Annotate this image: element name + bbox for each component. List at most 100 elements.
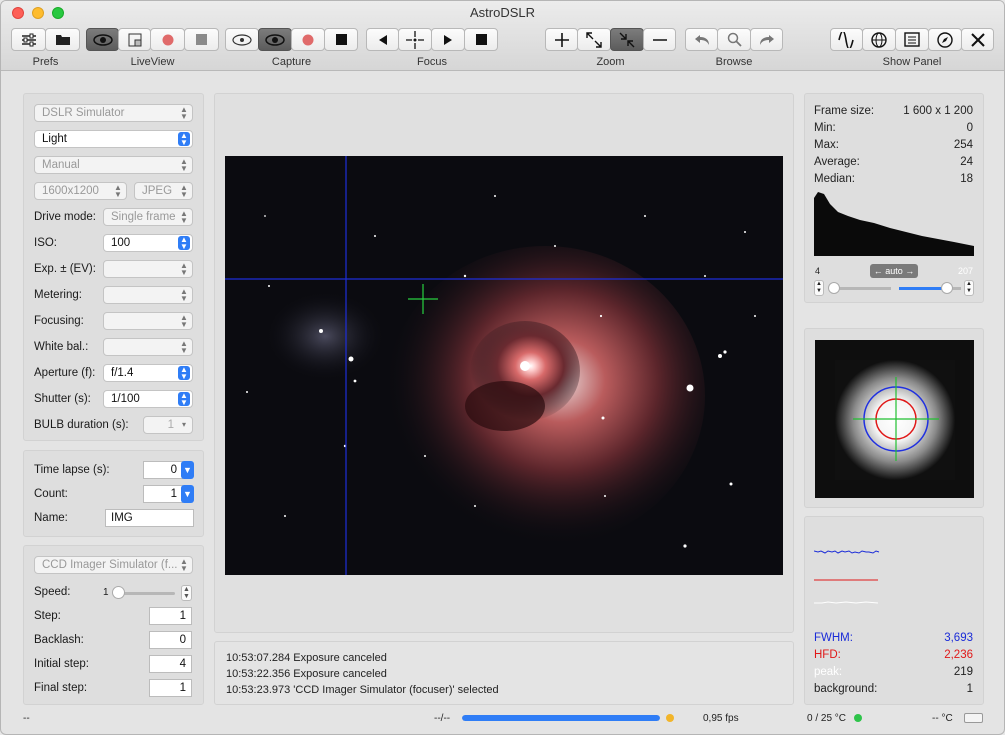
panel-signal-button[interactable]: [830, 28, 863, 51]
focusing-select[interactable]: ▲ ▼: [103, 312, 193, 330]
drive-mode-select[interactable]: Single frame ▲ ▼: [103, 208, 193, 226]
count-input[interactable]: 1: [143, 485, 183, 503]
frame-type-select[interactable]: Light ▲ ▼: [34, 130, 193, 148]
focus-center-button[interactable]: [398, 28, 432, 51]
exposure-mode-select[interactable]: Manual ▲ ▼: [34, 156, 193, 174]
name-input[interactable]: IMG: [105, 509, 194, 527]
eye-icon: [265, 33, 285, 46]
minus-icon: [652, 38, 667, 41]
focus-metrics-panel: FWHM: 3,693 HFD: 2,236 peak: 219 backgro…: [804, 516, 984, 705]
step-input[interactable]: 1: [149, 607, 192, 625]
browse-search-button[interactable]: [717, 28, 751, 51]
log-line: 10:53:07.284 Exposure canceled: [226, 652, 387, 664]
tools-icon: [970, 32, 985, 47]
zoom-fit-button[interactable]: [577, 28, 611, 51]
status-temp2: -- °C: [932, 713, 953, 724]
focus-stop-button[interactable]: [464, 28, 498, 51]
browse-back-button[interactable]: [685, 28, 718, 51]
auto-stretch-button[interactable]: ← auto →: [870, 264, 918, 278]
exposure-mode-value: Manual: [42, 159, 80, 171]
aperture-label: Aperture (f):: [34, 367, 96, 379]
median-value: 18: [960, 173, 973, 185]
exp-ev-select[interactable]: ▲ ▼: [103, 260, 193, 278]
format-select[interactable]: JPEG ▲ ▼: [134, 182, 193, 200]
liveview-window-button[interactable]: [118, 28, 151, 51]
panel-globe-button[interactable]: [862, 28, 896, 51]
zoom-out-button[interactable]: [643, 28, 676, 51]
camera-device-value: DSLR Simulator: [42, 107, 125, 119]
updown-icon: ▲ ▼: [178, 366, 190, 381]
white-balance-select[interactable]: ▲ ▼: [103, 338, 193, 356]
aperture-value: f/1.4: [111, 367, 134, 379]
updown-icon: ▲ ▼: [114, 183, 122, 199]
high-slider-knob[interactable]: [941, 282, 953, 294]
speed-stepper[interactable]: ▲ ▼: [181, 585, 192, 601]
browse-forward-button[interactable]: [750, 28, 783, 51]
zoom-actual-button[interactable]: [610, 28, 644, 51]
plus-icon: [554, 32, 569, 47]
format-value: JPEG: [142, 185, 173, 197]
hfd-value: 2,236: [944, 649, 973, 661]
camera-device-select[interactable]: DSLR Simulator ▲ ▼: [34, 104, 193, 122]
low-slider-knob[interactable]: [828, 282, 840, 294]
capture-preview-button[interactable]: [225, 28, 259, 51]
updown-icon: ▲ ▼: [180, 261, 188, 277]
updown-icon: ▲ ▼: [180, 339, 188, 355]
focusing-label: Focusing:: [34, 315, 84, 327]
time-lapse-dropdown-icon[interactable]: ▼: [181, 461, 194, 479]
iso-select[interactable]: 100 ▲ ▼: [103, 234, 193, 252]
high-stepper[interactable]: ▲ ▼: [964, 280, 974, 296]
browse-group-label: Browse: [715, 56, 753, 68]
exp-ev-label: Exp. ± (EV):: [34, 263, 96, 275]
updown-icon: ▲ ▼: [178, 236, 190, 251]
frame-type-value: Light: [42, 133, 67, 145]
timelapse-panel: Time lapse (s): 0 ▼ Count: 1 ▼ Name: IMG: [23, 450, 204, 537]
speed-slider-knob[interactable]: [112, 586, 125, 599]
resolution-select[interactable]: 1600x1200 ▲ ▼: [34, 182, 127, 200]
aperture-select[interactable]: f/1.4 ▲ ▼: [103, 364, 193, 382]
updown-icon: ▲ ▼: [180, 557, 188, 573]
low-stepper[interactable]: ▲ ▼: [814, 280, 824, 296]
focus-in-button[interactable]: [366, 28, 399, 51]
capture-stop-button[interactable]: [324, 28, 358, 51]
focus-out-button[interactable]: [431, 28, 465, 51]
status-time: --/--: [434, 713, 451, 724]
triangle-left-icon: [378, 34, 387, 45]
status-bar: -- --/-- 0,95 fps 0 / 25 °C -- °C: [1, 710, 1004, 734]
cooler-status-indicator: [854, 714, 862, 722]
capture-record-button[interactable]: [291, 28, 325, 51]
fwhm-value: 3,693: [944, 632, 973, 644]
time-lapse-input[interactable]: 0: [143, 461, 183, 479]
stop-icon: [196, 34, 207, 45]
hist-high-value: 207: [957, 266, 973, 276]
updown-icon: ▲ ▼: [180, 313, 188, 329]
final-step-input[interactable]: 1: [149, 679, 192, 697]
liveview-record-button[interactable]: [150, 28, 185, 51]
sky-image[interactable]: [225, 156, 783, 575]
initial-step-label: Initial step:: [34, 658, 89, 670]
shutter-value: 1/100: [111, 393, 140, 405]
capture-eye-button[interactable]: [258, 28, 292, 51]
bulb-duration-combo[interactable]: 1 ▾: [143, 416, 193, 434]
liveview-eye-button[interactable]: [86, 28, 119, 51]
compass-icon: [937, 31, 953, 48]
zoom-in-button[interactable]: [545, 28, 578, 51]
liveview-stop-button[interactable]: [184, 28, 219, 51]
panel-tools-button[interactable]: [961, 28, 994, 51]
prefs-sliders-button[interactable]: [11, 28, 46, 51]
focuser-device-select[interactable]: CCD Imager Simulator (f... ▲ ▼: [34, 556, 193, 574]
panel-list-button[interactable]: [895, 28, 929, 51]
status-fps: 0,95 fps: [703, 713, 739, 724]
focus-graph: [814, 550, 880, 604]
white-balance-label: White bal.:: [34, 341, 89, 353]
backlash-input[interactable]: 0: [149, 631, 192, 649]
metering-select[interactable]: ▲ ▼: [103, 286, 193, 304]
stop-icon: [335, 34, 347, 45]
sliders-icon: [21, 33, 36, 46]
initial-step-input[interactable]: 4: [149, 655, 192, 673]
shutter-select[interactable]: 1/100 ▲ ▼: [103, 390, 193, 408]
count-dropdown-icon[interactable]: ▼: [181, 485, 194, 503]
high-slider-track[interactable]: [899, 287, 947, 290]
panel-compass-button[interactable]: [928, 28, 962, 51]
open-folder-button[interactable]: [45, 28, 80, 51]
